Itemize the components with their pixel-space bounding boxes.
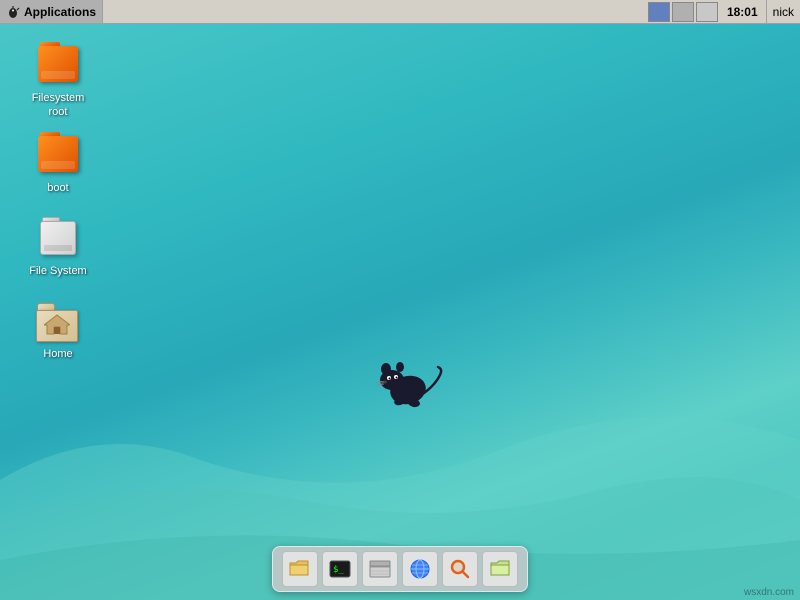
boot-icon-image [34, 130, 82, 178]
filesystem-root-icon-image [34, 40, 82, 88]
panel-time: 18:01 [719, 5, 766, 19]
filesystem-root-label: Filesystemroot [29, 90, 88, 121]
panel-color-box-2[interactable] [672, 2, 694, 22]
taskbar-filemanager-btn[interactable] [362, 551, 398, 587]
orange-drive-boot [36, 132, 80, 176]
home-folder-icon [36, 298, 80, 342]
orange-drive-filesystem [36, 42, 80, 86]
house-icon [44, 313, 70, 335]
mouse-mascot-svg [370, 355, 445, 410]
folder-icon [288, 557, 312, 581]
file-system-icon-image [34, 213, 82, 261]
svg-text:$_: $_ [333, 565, 344, 575]
panel-right: 18:01 nick [647, 0, 800, 23]
watermark: wsxdn.com [744, 587, 794, 598]
applications-label: Applications [24, 5, 96, 19]
xfce-mouse-mascot [370, 355, 450, 415]
applications-menu[interactable]: Applications [0, 0, 103, 23]
taskbar-search-btn[interactable] [442, 551, 478, 587]
taskbar-terminal-btn[interactable]: $_ [322, 551, 358, 587]
panel-color-box-3[interactable] [696, 2, 718, 22]
taskbar-files-btn[interactable] [282, 551, 318, 587]
home-label: Home [40, 346, 75, 362]
folder-body [36, 310, 78, 342]
file-system-label: File System [26, 263, 89, 279]
folder-tab [37, 303, 55, 310]
desktop-icon-home[interactable]: Home [18, 296, 98, 362]
desktop-icon-filesystem-root[interactable]: Filesystemroot [18, 40, 98, 121]
bottom-taskbar: $_ [272, 546, 528, 592]
white-drive-body [40, 221, 76, 255]
desktop: Applications 18:01 nick Filesystemroot [0, 0, 800, 600]
panel-color-box-1[interactable] [648, 2, 670, 22]
desktop-icon-boot[interactable]: boot [18, 130, 98, 196]
taskbar-places-btn[interactable] [482, 551, 518, 587]
home-icon-image [34, 296, 82, 344]
white-drive-filesystem [38, 217, 78, 257]
terminal-icon: $_ [328, 557, 352, 581]
orange-drive-boot-body [38, 136, 78, 172]
places-icon [488, 557, 512, 581]
orange-drive-body [38, 46, 78, 82]
top-panel: Applications 18:01 nick [0, 0, 800, 24]
search-icon [448, 557, 472, 581]
browser-icon [408, 557, 432, 581]
panel-user: nick [766, 0, 800, 23]
panel-mouse-icon [6, 5, 20, 19]
filemanager-icon [368, 557, 392, 581]
desktop-icon-file-system[interactable]: File System [18, 213, 98, 279]
boot-label: boot [44, 180, 71, 196]
taskbar-browser-btn[interactable] [402, 551, 438, 587]
